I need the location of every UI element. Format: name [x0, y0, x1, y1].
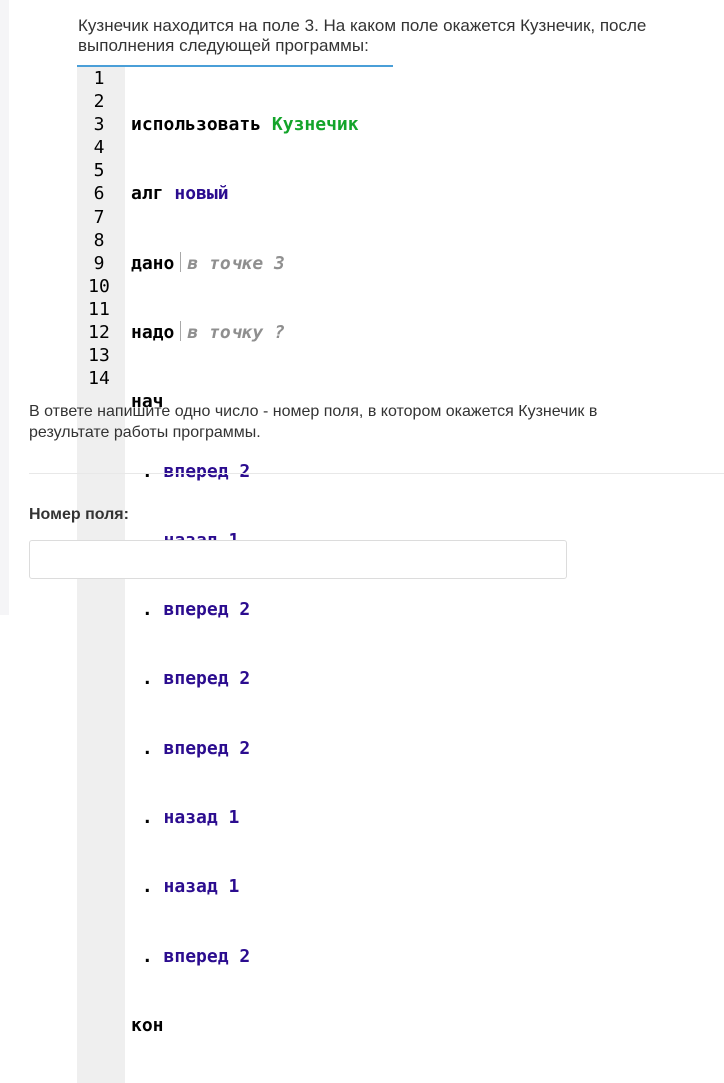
indent-dot: .: [141, 737, 153, 759]
keyword-need: надо: [131, 322, 175, 344]
line-number: 5: [93, 160, 105, 182]
command: вперед 2: [163, 599, 251, 621]
answer-instructions: В ответе напишите одно число - номер пол…: [29, 401, 669, 443]
keyword-end: кон: [131, 1014, 164, 1036]
indent-dot: .: [141, 876, 153, 898]
line-number: 8: [93, 229, 105, 251]
page-left-strip: [0, 0, 9, 615]
code-line-alg: алг новый: [131, 182, 359, 205]
code-line-command: . вперед 2: [131, 460, 359, 483]
command: вперед 2: [163, 945, 251, 967]
code-line-command: . вперед 2: [131, 737, 359, 760]
indent-dot: .: [141, 668, 153, 690]
code-line-use: использовать Кузнечик: [131, 113, 359, 136]
indent-dot: .: [141, 460, 153, 482]
line-number: 12: [88, 322, 110, 344]
given-condition: в точке 3: [187, 252, 285, 274]
indent-dot: .: [141, 599, 153, 621]
answer-instructions-line-2: результате работы программы.: [29, 424, 261, 441]
task-intro: Кузнечик находится на поле 3. На каком п…: [78, 16, 678, 56]
command: вперед 2: [163, 460, 251, 482]
line-number: 4: [93, 137, 105, 159]
line-number: 14: [88, 368, 110, 390]
indent-dot: .: [141, 807, 153, 828]
field-number-input[interactable]: [29, 540, 567, 579]
code-line-command: . назад 1: [131, 806, 359, 829]
line-number: 9: [93, 252, 105, 274]
code-line-given: дано в точке 3: [131, 251, 359, 275]
line-number: 11: [88, 298, 110, 320]
task-intro-line-2: выполнения следующей программы:: [78, 36, 369, 55]
comment-separator: [180, 321, 182, 342]
section-divider: [29, 473, 724, 474]
command: назад 1: [163, 807, 240, 828]
line-number: 13: [88, 345, 110, 367]
keyword-use: использовать: [131, 114, 262, 136]
line-number: 7: [93, 206, 105, 228]
algorithm-name: новый: [174, 183, 229, 205]
keyword-given: дано: [131, 252, 175, 274]
answer-instructions-line-1: В ответе напишите одно число - номер пол…: [29, 403, 598, 420]
line-number: 10: [88, 275, 110, 297]
task-intro-line-1: Кузнечик находится на поле 3. На каком п…: [78, 16, 647, 35]
field-label: Номер поля:: [29, 506, 129, 523]
line-number: 3: [93, 114, 105, 136]
indent-dot: .: [141, 945, 153, 967]
executor-name: Кузнечик: [271, 114, 359, 136]
command: вперед 2: [163, 737, 251, 759]
line-number: 2: [93, 91, 105, 113]
keyword-alg: алг: [131, 183, 164, 205]
need-condition: в точку ?: [187, 322, 285, 344]
code-line-command: . вперед 2: [131, 945, 359, 968]
code-line-command: . вперед 2: [131, 598, 359, 621]
code-line-end: кон: [131, 1014, 359, 1037]
line-number: 6: [93, 183, 105, 205]
command: вперед 2: [163, 668, 251, 690]
command: назад 1: [163, 876, 240, 898]
line-number: 1: [93, 68, 105, 89]
code-line-command: . вперед 2: [131, 667, 359, 690]
comment-separator: [180, 251, 182, 272]
code-line-need: надо в точку ?: [131, 321, 359, 344]
code-line-command: . назад 1: [131, 875, 359, 898]
